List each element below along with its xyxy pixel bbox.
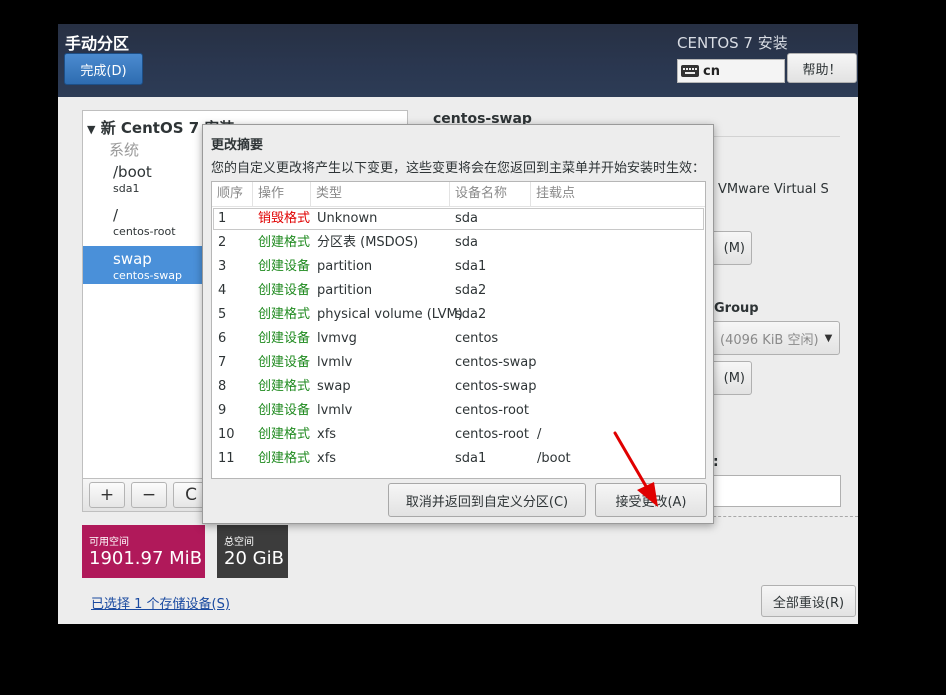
cell-device: centos-root xyxy=(455,427,529,442)
cell-device: sda2 xyxy=(455,283,487,298)
cell-mount-point xyxy=(533,303,537,327)
table-row[interactable]: 5 创建格式 physical volume (LVM) sda2 xyxy=(212,303,705,327)
cell-type: partition xyxy=(317,283,373,298)
cell-type: lvmlv xyxy=(317,355,353,370)
cell-order: 6 xyxy=(218,331,227,346)
cell-action: 创建格式 xyxy=(258,451,311,466)
cell-device: sda2 xyxy=(455,307,487,322)
dialog-title: 更改摘要 xyxy=(211,138,264,153)
cell-action: 创建格式 xyxy=(258,235,311,250)
cell-action: 销毁格式 xyxy=(258,211,311,226)
cell-mount-point xyxy=(533,399,537,423)
cell-type: 分区表 (MSDOS) xyxy=(317,235,419,250)
cell-device: sda1 xyxy=(455,451,487,466)
table-row[interactable]: 9 创建设备 lvmlv centos-root xyxy=(212,399,705,423)
cell-order: 1 xyxy=(218,211,227,226)
column-header-order[interactable]: 顺序 xyxy=(212,182,253,206)
cell-type: swap xyxy=(317,379,351,394)
cell-action: 创建设备 xyxy=(258,283,311,298)
cell-device: centos xyxy=(455,331,499,346)
cell-action: 创建格式 xyxy=(258,307,311,322)
column-header-device[interactable]: 设备名称 xyxy=(450,182,531,206)
modal-overlay: 更改摘要 您的自定义更改将产生以下变更，这些变更将会在您返回到主菜单并开始安装时… xyxy=(0,0,946,695)
cell-mount-point: / xyxy=(537,427,542,442)
changes-table: 顺序 操作 类型 设备名称 挂载点 1 销毁格式 Unknown sda 2 创建格式 分区… xyxy=(211,181,706,479)
cell-action: 创建格式 xyxy=(258,427,311,442)
cell-device: centos-swap xyxy=(455,355,537,370)
cell-mount-point xyxy=(533,279,537,303)
cell-type: lvmlv xyxy=(317,403,353,418)
cell-type: physical volume (LVM) xyxy=(317,307,463,322)
cell-order: 8 xyxy=(218,379,227,394)
cell-mount-point xyxy=(533,351,537,375)
table-row[interactable]: 7 创建设备 lvmlv centos-swap xyxy=(212,351,705,375)
cell-order: 11 xyxy=(218,451,235,466)
cell-device: sda xyxy=(455,211,478,226)
cell-type: partition xyxy=(317,259,373,274)
column-header-mount-point[interactable]: 挂载点 xyxy=(531,182,705,206)
cell-device: sda1 xyxy=(455,259,487,274)
cell-order: 2 xyxy=(218,235,227,250)
table-row[interactable]: 6 创建设备 lvmvg centos xyxy=(212,327,705,351)
cell-order: 10 xyxy=(218,427,235,442)
table-row[interactable]: 10 创建格式 xfs centos-root / xyxy=(212,423,705,447)
table-row[interactable]: 1 销毁格式 Unknown sda xyxy=(212,207,705,231)
cell-order: 4 xyxy=(218,283,227,298)
table-row[interactable]: 11 创建格式 xfs sda1/boot xyxy=(212,447,705,471)
cell-type: lvmvg xyxy=(317,331,357,346)
dialog-description: 您的自定义更改将产生以下变更，这些变更将会在您返回到主菜单并开始安装时生效： xyxy=(211,161,706,176)
cell-action: 创建设备 xyxy=(258,259,311,274)
cell-type: xfs xyxy=(317,451,337,466)
cell-mount-point xyxy=(533,375,537,399)
cancel-return-button[interactable]: 取消并返回到自定义分区(C) xyxy=(388,483,586,517)
cell-action: 创建格式 xyxy=(258,379,311,394)
table-row[interactable]: 4 创建设备 partition sda2 xyxy=(212,279,705,303)
column-header-action[interactable]: 操作 xyxy=(253,182,311,206)
table-header: 顺序 操作 类型 设备名称 挂载点 xyxy=(212,182,705,207)
summary-of-changes-dialog: 更改摘要 您的自定义更改将产生以下变更，这些变更将会在您返回到主菜单并开始安装时… xyxy=(202,124,714,524)
cell-device: centos-swap xyxy=(455,379,537,394)
cell-action: 创建设备 xyxy=(258,403,311,418)
cell-mount-point: /boot xyxy=(537,451,571,466)
cell-mount-point xyxy=(533,231,537,255)
cell-type: Unknown xyxy=(317,211,378,226)
table-row[interactable]: 8 创建格式 swap centos-swap xyxy=(212,375,705,399)
column-header-type[interactable]: 类型 xyxy=(311,182,450,206)
table-row[interactable]: 2 创建格式 分区表 (MSDOS) sda xyxy=(212,231,705,255)
cell-action: 创建设备 xyxy=(258,355,311,370)
cell-order: 3 xyxy=(218,259,227,274)
cell-mount-point xyxy=(533,327,537,351)
cell-order: 7 xyxy=(218,355,227,370)
cell-action: 创建设备 xyxy=(258,331,311,346)
cell-device: centos-root xyxy=(455,403,529,418)
cell-device: sda xyxy=(455,235,478,250)
cell-order: 5 xyxy=(218,307,227,322)
cell-mount-point xyxy=(533,207,537,231)
cell-order: 9 xyxy=(218,403,227,418)
cell-type: xfs xyxy=(317,427,337,442)
table-row[interactable]: 3 创建设备 partition sda1 xyxy=(212,255,705,279)
cell-mount-point xyxy=(533,255,537,279)
accept-changes-button[interactable]: 接受更改(A) xyxy=(595,483,707,517)
